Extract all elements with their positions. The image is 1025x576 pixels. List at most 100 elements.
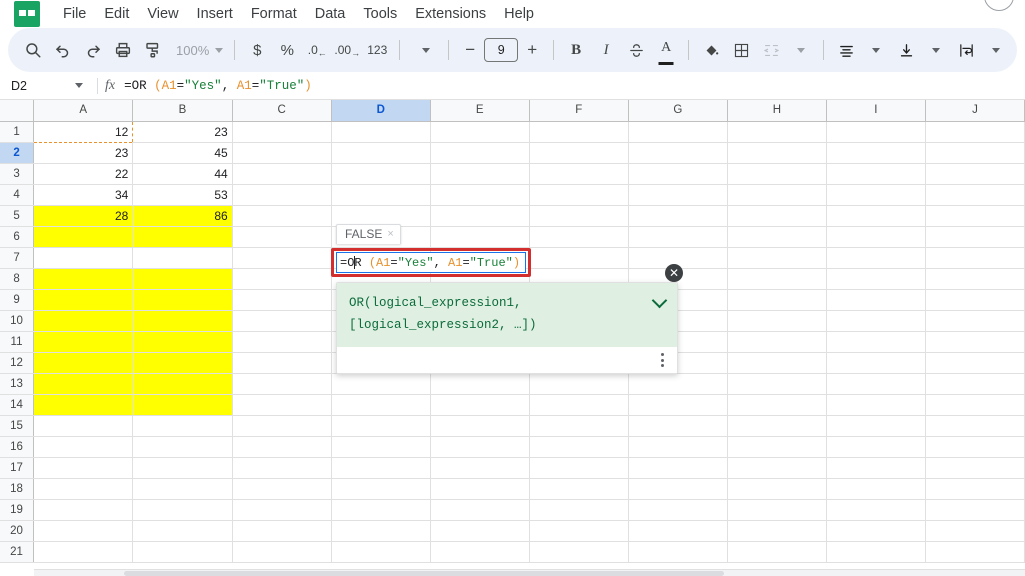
menu-tools[interactable]: Tools	[354, 3, 406, 25]
column-header-a[interactable]: A	[33, 100, 134, 122]
print-icon[interactable]	[108, 35, 138, 65]
row-header-18[interactable]: 18	[0, 478, 35, 500]
cell-A19[interactable]	[33, 499, 134, 521]
cell-E6[interactable]	[430, 226, 530, 248]
cell-G16[interactable]	[628, 436, 728, 458]
cell-H7[interactable]	[727, 247, 827, 269]
cell-A1[interactable]: 12	[33, 120, 134, 143]
font-size-decrease-button[interactable]: −	[456, 40, 484, 60]
cell-J19[interactable]	[925, 499, 1025, 521]
cell-J16[interactable]	[925, 436, 1025, 458]
menu-format[interactable]: Format	[242, 3, 306, 25]
cell-F18[interactable]	[529, 478, 629, 500]
cell-J14[interactable]	[925, 394, 1025, 416]
cell-A13[interactable]	[33, 373, 134, 395]
cell-I4[interactable]	[826, 184, 926, 206]
cell-C17[interactable]	[232, 457, 332, 479]
cell-C12[interactable]	[232, 352, 332, 374]
row-header-6[interactable]: 6	[0, 226, 35, 248]
cell-J21[interactable]	[925, 541, 1025, 563]
cell-H16[interactable]	[727, 436, 827, 458]
text-wrap-chevron-down-icon[interactable]	[981, 35, 1011, 65]
cell-A12[interactable]	[33, 352, 134, 374]
cell-I20[interactable]	[826, 520, 926, 542]
cell-I19[interactable]	[826, 499, 926, 521]
horizontal-align-icon[interactable]	[831, 35, 861, 65]
borders-icon[interactable]	[726, 35, 756, 65]
cell-A17[interactable]	[33, 457, 134, 479]
cell-B16[interactable]	[132, 436, 233, 458]
cell-A7[interactable]	[33, 247, 134, 269]
cell-B6[interactable]	[132, 226, 233, 248]
row-header-13[interactable]: 13	[0, 373, 35, 395]
cell-G21[interactable]	[628, 541, 728, 563]
merge-chevron-down-icon[interactable]	[786, 35, 816, 65]
row-header-21[interactable]: 21	[0, 541, 35, 563]
merge-cells-icon[interactable]	[756, 35, 786, 65]
cell-I10[interactable]	[826, 310, 926, 332]
column-header-e[interactable]: E	[430, 100, 530, 122]
cell-B15[interactable]	[132, 415, 233, 437]
column-header-g[interactable]: G	[628, 100, 728, 122]
currency-format-button[interactable]: $	[242, 35, 272, 65]
cell-A14[interactable]	[33, 394, 134, 416]
cell-F3[interactable]	[529, 163, 629, 185]
cell-B11[interactable]	[132, 331, 233, 353]
cell-C14[interactable]	[232, 394, 332, 416]
text-wrap-icon[interactable]	[951, 35, 981, 65]
cell-B21[interactable]	[132, 541, 233, 563]
cell-B8[interactable]	[132, 268, 233, 290]
cell-D2[interactable]	[331, 142, 431, 164]
cell-E15[interactable]	[430, 415, 530, 437]
cell-G13[interactable]	[628, 373, 728, 395]
cell-I7[interactable]	[826, 247, 926, 269]
column-header-i[interactable]: I	[826, 100, 926, 122]
cell-G1[interactable]	[628, 121, 728, 143]
cell-B12[interactable]	[132, 352, 233, 374]
cell-E5[interactable]	[430, 205, 530, 227]
cell-F15[interactable]	[529, 415, 629, 437]
cell-I2[interactable]	[826, 142, 926, 164]
cell-B13[interactable]	[132, 373, 233, 395]
cell-G4[interactable]	[628, 184, 728, 206]
column-header-j[interactable]: J	[925, 100, 1025, 122]
cell-J8[interactable]	[925, 268, 1025, 290]
row-header-12[interactable]: 12	[0, 352, 35, 374]
cell-I8[interactable]	[826, 268, 926, 290]
row-header-1[interactable]: 1	[0, 121, 35, 143]
cell-H8[interactable]	[727, 268, 827, 290]
cell-D15[interactable]	[331, 415, 431, 437]
cell-E1[interactable]	[430, 121, 530, 143]
cell-J18[interactable]	[925, 478, 1025, 500]
cell-C5[interactable]	[232, 205, 332, 227]
cell-B19[interactable]	[132, 499, 233, 521]
cell-A8[interactable]	[33, 268, 134, 290]
cell-G2[interactable]	[628, 142, 728, 164]
cell-F16[interactable]	[529, 436, 629, 458]
cell-G15[interactable]	[628, 415, 728, 437]
cell-E18[interactable]	[430, 478, 530, 500]
cell-G20[interactable]	[628, 520, 728, 542]
cell-E19[interactable]	[430, 499, 530, 521]
cell-I18[interactable]	[826, 478, 926, 500]
menu-data[interactable]: Data	[306, 3, 355, 25]
number-format-button[interactable]: 123	[362, 35, 392, 65]
cell-I11[interactable]	[826, 331, 926, 353]
cell-B2[interactable]: 45	[132, 142, 233, 164]
cell-E2[interactable]	[430, 142, 530, 164]
undo-icon[interactable]	[48, 35, 78, 65]
column-header-f[interactable]: F	[529, 100, 629, 122]
cell-E20[interactable]	[430, 520, 530, 542]
cell-D21[interactable]	[331, 541, 431, 563]
cell-B4[interactable]: 53	[132, 184, 233, 206]
row-header-9[interactable]: 9	[0, 289, 35, 311]
cell-C11[interactable]	[232, 331, 332, 353]
cell-I13[interactable]	[826, 373, 926, 395]
cell-B5[interactable]: 86	[132, 205, 233, 227]
cell-C15[interactable]	[232, 415, 332, 437]
cell-C2[interactable]	[232, 142, 332, 164]
row-header-15[interactable]: 15	[0, 415, 35, 437]
cell-J10[interactable]	[925, 310, 1025, 332]
cell-H10[interactable]	[727, 310, 827, 332]
cell-A10[interactable]	[33, 310, 134, 332]
